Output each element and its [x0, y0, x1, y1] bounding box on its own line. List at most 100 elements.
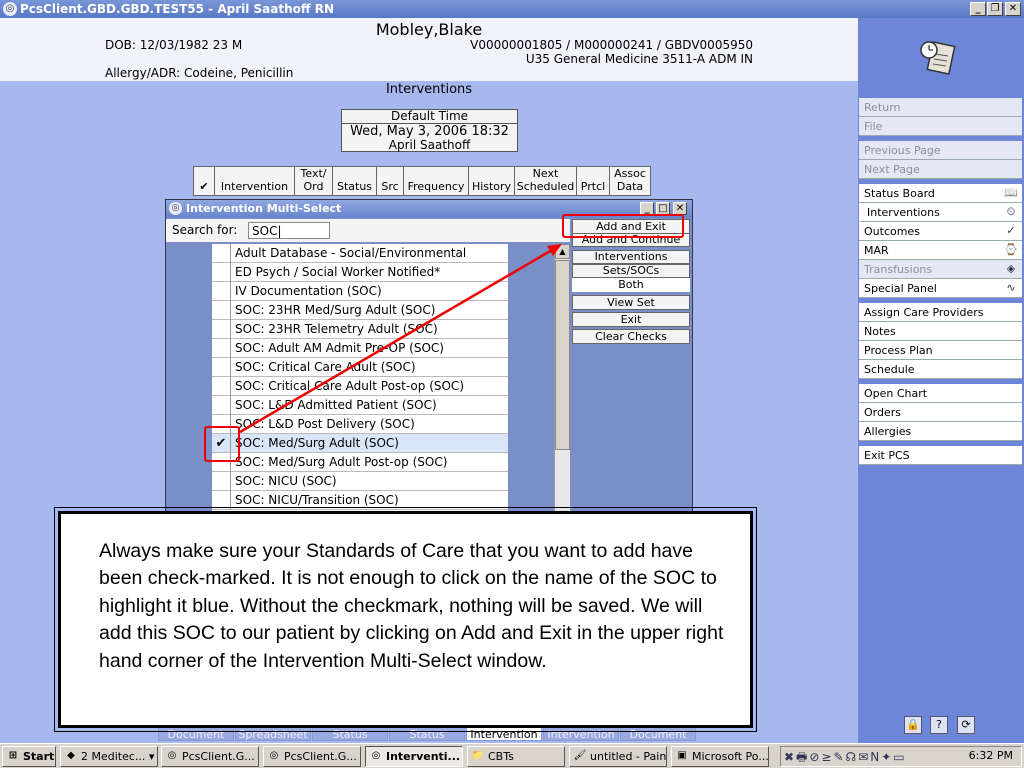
pcsclient-icon: ◎ [269, 750, 279, 761]
taskbar-item-pcsclient-2[interactable]: ◎ PcsClient.G... [263, 746, 361, 767]
sidebar-item-label: Outcomes [864, 225, 920, 238]
filter-sets-socs-button[interactable]: Sets/SOCs [572, 264, 690, 278]
start-label: Start [23, 750, 55, 763]
list-item-selected[interactable]: ✔ SOC: Med/Surg Adult (SOC) [212, 434, 508, 453]
default-time-value: Wed, May 3, 2006 18:32 [350, 124, 509, 139]
sidebar-item-mar[interactable]: MAR ⌚ [859, 241, 1022, 260]
search-input[interactable] [248, 222, 330, 239]
list-item[interactable]: SOC: NICU/Transition (SOC) [212, 491, 508, 510]
tab-status[interactable]: Status [312, 726, 388, 741]
panel-footer-icons: 🔒 ? ⟳ [858, 716, 1024, 740]
list-item-checkbox[interactable] [212, 396, 231, 415]
column-header-status[interactable]: Status [333, 167, 377, 195]
column-header-history[interactable]: History [469, 167, 515, 195]
column-header-frequency[interactable]: Frequency [404, 167, 469, 195]
list-item-checkbox[interactable] [212, 244, 231, 263]
sidebar-item-next-page[interactable]: Next Page [859, 160, 1022, 179]
close-button[interactable]: ✕ [1005, 2, 1021, 16]
list-item[interactable]: Adult Database - Social/Environmental [212, 244, 508, 263]
list-item-checkbox[interactable] [212, 339, 231, 358]
taskbar-item-powerpoint[interactable]: ▣ Microsoft Po... [671, 746, 769, 767]
sidebar-item-transfusions[interactable]: Transfusions ◈ [859, 260, 1022, 279]
scroll-thumb[interactable] [555, 260, 570, 450]
sidebar-item-label: Status Board [864, 187, 935, 200]
dialog-title: Intervention Multi-Select [186, 202, 342, 215]
sidebar-item-interventions[interactable]: Interventions ⏲ [859, 203, 1022, 222]
default-time-box[interactable]: Default Time Wed, May 3, 2006 18:32 Apri… [341, 109, 518, 152]
column-header-src[interactable]: Src [377, 167, 404, 195]
list-item-checkbox[interactable] [212, 320, 231, 339]
exit-button[interactable]: Exit [572, 312, 690, 327]
list-item[interactable]: SOC: Med/Surg Adult Post-op (SOC) [212, 453, 508, 472]
sidebar-item-return[interactable]: Return [859, 98, 1022, 117]
list-item-checkbox[interactable] [212, 377, 231, 396]
list-item[interactable]: SOC: L&D Admitted Patient (SOC) [212, 396, 508, 415]
list-item-checkbox[interactable] [212, 301, 231, 320]
sidebar-item-open-chart[interactable]: Open Chart [859, 384, 1022, 403]
list-item[interactable]: SOC: NICU (SOC) [212, 472, 508, 491]
sidebar-item-notes[interactable]: Notes [859, 322, 1022, 341]
sidebar-item-label: Interventions [867, 206, 940, 219]
tray-icons[interactable]: ✖🖶⊘≥✎☊✉N✦▭ [784, 748, 907, 768]
tab-status-2[interactable]: Status [389, 726, 465, 741]
instruction-callout: Always make sure your Standards of Care … [54, 507, 757, 732]
clear-checks-button[interactable]: Clear Checks [572, 329, 690, 344]
list-item[interactable]: SOC: Adult AM Admit Pre-OP (SOC) [212, 339, 508, 358]
taskbar-item-interventions[interactable]: ◎ Interventi... [365, 746, 463, 767]
lock-icon[interactable]: 🔒 [904, 716, 922, 734]
restore-button[interactable]: ❐ [987, 2, 1003, 16]
refresh-icon[interactable]: ⟳ [957, 716, 975, 734]
list-item[interactable]: SOC: 23HR Med/Surg Adult (SOC) [212, 301, 508, 320]
sidebar-item-special-panel[interactable]: Special Panel ∿ [859, 279, 1022, 298]
tab-spreadsheet[interactable]: Spreadsheet [235, 726, 311, 741]
list-item-label: IV Documentation (SOC) [235, 284, 382, 298]
sidebar-item-outcomes[interactable]: Outcomes ✓ [859, 222, 1022, 241]
view-set-button[interactable]: View Set [572, 295, 690, 310]
sidebar-item-schedule[interactable]: Schedule [859, 360, 1022, 379]
tab-document[interactable]: Document [158, 726, 234, 741]
tab-document-2[interactable]: Document [620, 726, 696, 741]
column-header-assoc-data[interactable]: Assoc Data [610, 167, 650, 195]
list-item[interactable]: ED Psych / Social Worker Notified* [212, 263, 508, 282]
help-icon[interactable]: ? [930, 716, 948, 734]
filter-both-button[interactable]: Both [572, 278, 690, 292]
taskbar-item-label: PcsClient.G... [284, 750, 357, 763]
sidebar-item-orders[interactable]: Orders [859, 403, 1022, 422]
list-item-checkbox[interactable] [212, 358, 231, 377]
sidebar-item-process-plan[interactable]: Process Plan [859, 341, 1022, 360]
column-header-check[interactable]: ✔ [194, 167, 215, 195]
column-header-prtcl[interactable]: Prtcl [577, 167, 610, 195]
window-title: PcsClient.GBD.GBD.TEST55 - April Saathof… [20, 2, 335, 16]
list-item-checkbox[interactable] [212, 472, 231, 491]
minimize-button[interactable]: _ [970, 2, 986, 16]
list-item-checkbox[interactable] [212, 491, 231, 510]
list-item[interactable]: SOC: L&D Post Delivery (SOC) [212, 415, 508, 434]
sidebar-item-exit-pcs[interactable]: Exit PCS [859, 446, 1022, 465]
sidebar-item-label: Notes [864, 325, 896, 338]
list-item[interactable]: IV Documentation (SOC) [212, 282, 508, 301]
column-header-text-ord[interactable]: Text/ Ord [295, 167, 333, 195]
list-scrollbar[interactable]: ▲ [554, 244, 570, 515]
taskbar-item-cbts[interactable]: 📁 CBTs [467, 746, 565, 767]
taskbar-item-pcsclient-1[interactable]: ◎ PcsClient.G... [161, 746, 259, 767]
tab-intervention-2[interactable]: Intervention [543, 726, 619, 741]
list-item[interactable]: SOC: 23HR Telemetry Adult (SOC) [212, 320, 508, 339]
tab-intervention[interactable]: Intervention [466, 726, 542, 741]
taskbar-item-meditech[interactable]: ◆ 2 Meditec... ▾ [60, 746, 158, 767]
sidebar-item-file[interactable]: File [859, 117, 1022, 136]
sidebar-item-assign-care-providers[interactable]: Assign Care Providers [859, 303, 1022, 322]
column-header-next-scheduled[interactable]: Next Scheduled [515, 167, 577, 195]
list-item-checkbox[interactable] [212, 263, 231, 282]
list-item[interactable]: SOC: Critical Care Adult (SOC) [212, 358, 508, 377]
sidebar-item-previous-page[interactable]: Previous Page [859, 141, 1022, 160]
sidebar-item-status-board[interactable]: Status Board 📖 [859, 184, 1022, 203]
sidebar-item-allergies[interactable]: Allergies [859, 422, 1022, 441]
start-button[interactable]: ⊞ Start [2, 746, 56, 767]
filter-interventions-button[interactable]: Interventions [572, 250, 690, 264]
taskbar-item-paint[interactable]: 🖌 untitled - Paint [569, 746, 667, 767]
column-header-intervention[interactable]: Intervention [215, 167, 295, 195]
interventions-column-headers: ✔ Intervention Text/ Ord Status Src Freq… [193, 166, 651, 196]
list-item-checkbox[interactable] [212, 282, 231, 301]
list-item[interactable]: SOC: Critical Care Adult Post-op (SOC) [212, 377, 508, 396]
scroll-up-arrow-icon[interactable]: ▲ [555, 244, 570, 259]
